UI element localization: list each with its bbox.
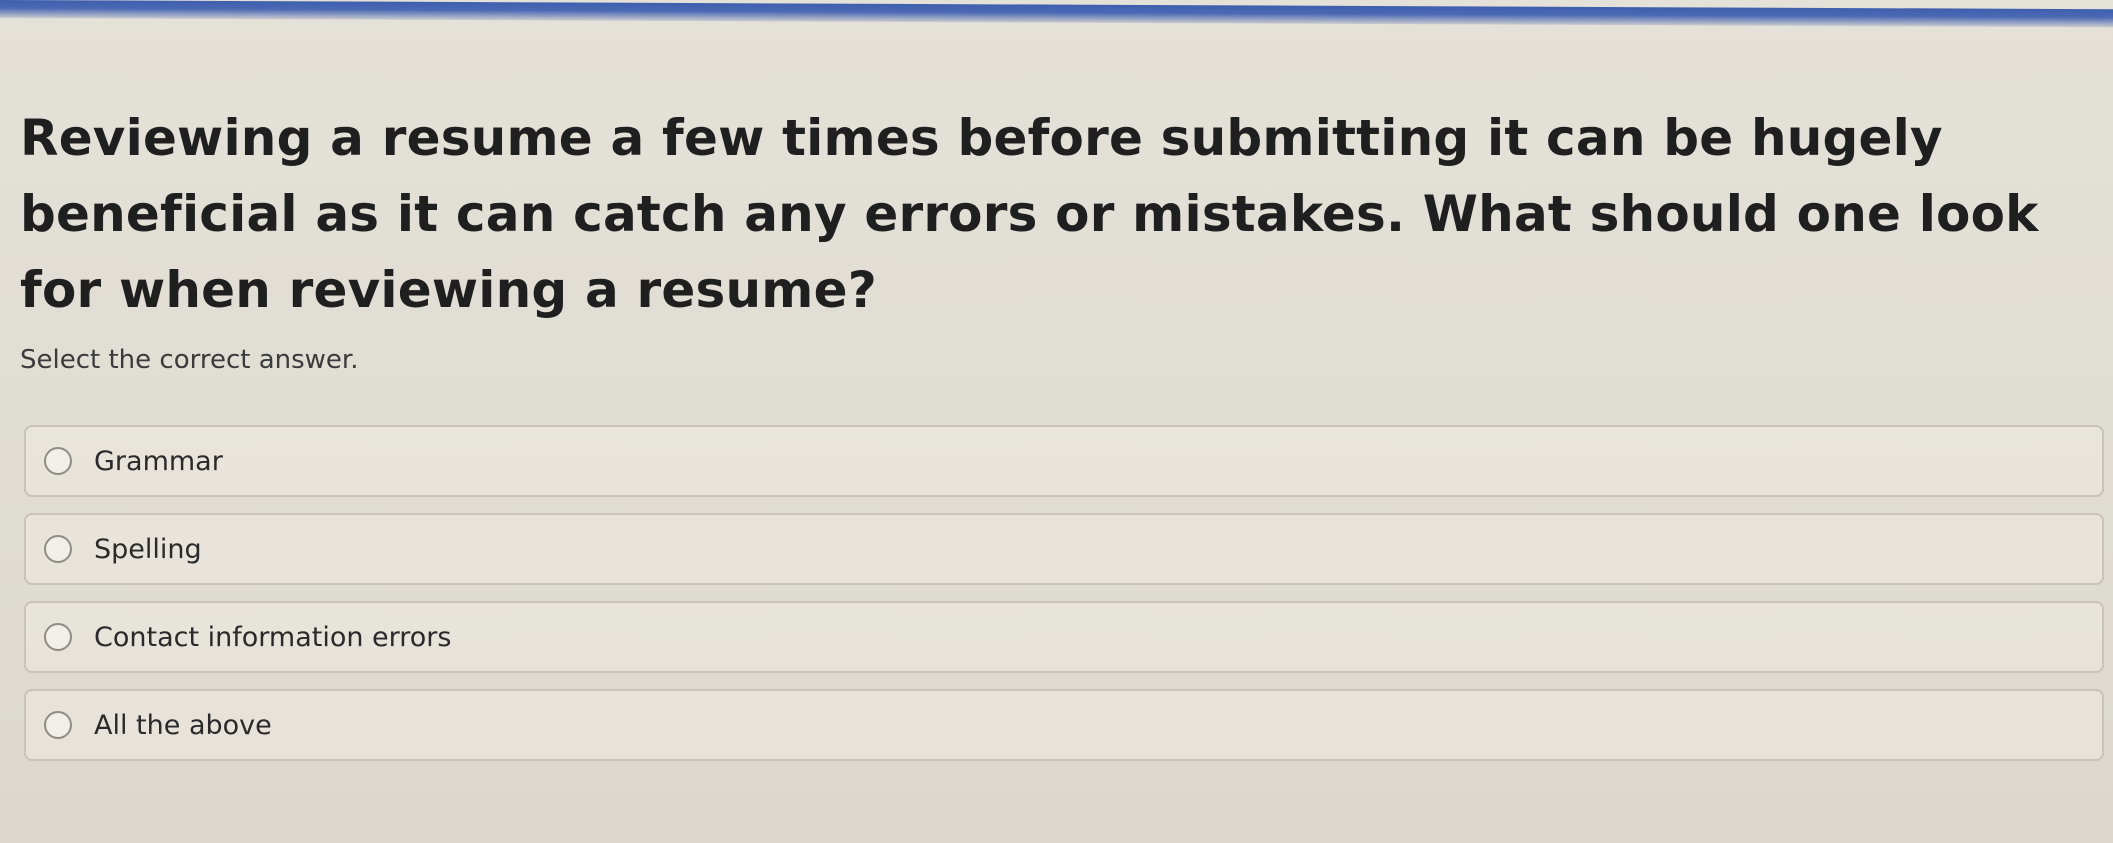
question-text: Reviewing a resume a few times before su…	[20, 109, 2039, 319]
answer-option-label: Grammar	[94, 445, 223, 477]
radio-button-icon[interactable]	[44, 535, 72, 563]
top-accent-bar	[0, 0, 2113, 28]
answer-options: Grammar Spelling Contact information err…	[24, 425, 2104, 777]
answer-option-contact-information-errors[interactable]: Contact information errors	[24, 601, 2104, 673]
instruction-text: Select the correct answer.	[20, 345, 359, 375]
answer-option-label: Spelling	[94, 533, 202, 565]
radio-button-icon[interactable]	[44, 447, 72, 475]
answer-option-grammar[interactable]: Grammar	[24, 425, 2104, 497]
answer-option-all-the-above[interactable]: All the above	[24, 689, 2104, 761]
radio-button-icon[interactable]	[44, 711, 72, 739]
answer-option-label: Contact information errors	[94, 621, 452, 653]
answer-option-spelling[interactable]: Spelling	[24, 513, 2104, 585]
answer-option-label: All the above	[94, 709, 272, 741]
radio-button-icon[interactable]	[44, 623, 72, 651]
question-container: Reviewing a resume a few times before su…	[20, 100, 2080, 328]
